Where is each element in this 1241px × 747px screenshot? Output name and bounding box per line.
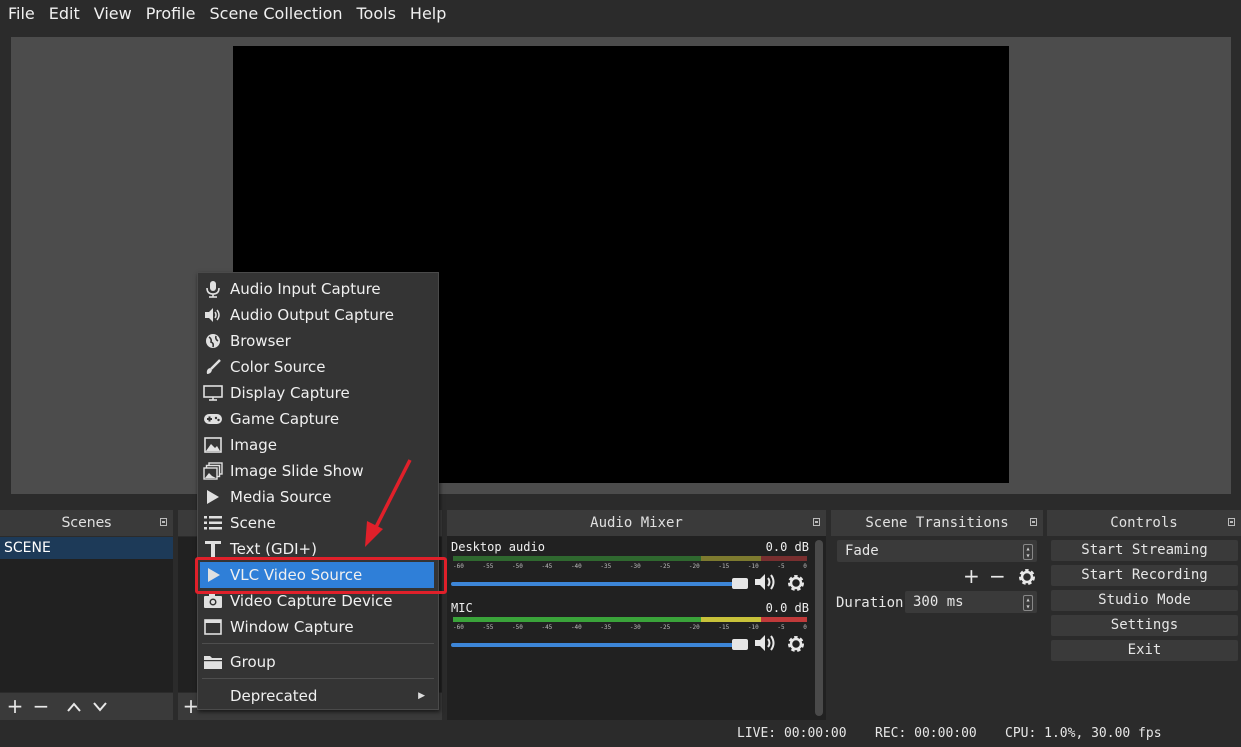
menu-bar: File Edit View Profile Scene Collection … <box>0 0 1241 28</box>
speaker-icon[interactable] <box>753 572 777 598</box>
highlight-box <box>195 557 447 594</box>
menu-item-deprecated[interactable]: Deprecated ▶ <box>199 683 437 709</box>
status-bar: LIVE: 00:00:00 REC: 00:00:00 CPU: 1.0%, … <box>0 722 1241 747</box>
scenes-toolbar: + − <box>0 693 173 720</box>
menu-scene-collection[interactable]: Scene Collection <box>202 0 349 28</box>
submenu-arrow-icon: ▶ <box>418 691 425 701</box>
gamepad-icon <box>203 410 223 428</box>
add-transition-icon[interactable]: + <box>963 564 980 588</box>
preview-area[interactable] <box>11 37 1231 494</box>
rec-status: REC: 00:00:00 <box>875 726 977 741</box>
volume-slider-handle[interactable] <box>732 578 748 589</box>
volume-slider[interactable] <box>451 582 747 586</box>
start-streaming-button[interactable]: Start Streaming <box>1051 540 1238 561</box>
gear-icon[interactable] <box>785 572 807 600</box>
volume-meter <box>453 556 807 561</box>
globe-icon <box>203 332 223 350</box>
settings-button[interactable]: Settings <box>1051 615 1238 636</box>
monitor-icon <box>203 384 223 402</box>
menu-tools[interactable]: Tools <box>350 0 403 28</box>
menu-item-group[interactable]: Group <box>199 649 437 675</box>
exit-button[interactable]: Exit <box>1051 640 1238 661</box>
menu-edit[interactable]: Edit <box>42 0 87 28</box>
menu-item-color-source[interactable]: Color Source <box>199 354 437 380</box>
channel-db: 0.0 dB <box>765 601 809 615</box>
move-down-icon[interactable] <box>89 695 111 717</box>
folder-icon <box>203 653 223 671</box>
audio-mixer-dock: Audio Mixer Desktop audio 0.0 dB -60 -55-… <box>447 510 826 720</box>
transition-select[interactable]: Fade ▴ ▾ <box>837 540 1037 562</box>
scenes-dock-title: Scenes <box>0 510 173 536</box>
undock-icon[interactable] <box>1030 518 1037 526</box>
menu-item-audio-input-capture[interactable]: Audio Input Capture <box>199 276 437 302</box>
paintbrush-icon <box>203 358 223 376</box>
scenes-dock: Scenes SCENE + − <box>0 510 173 720</box>
scenes-list[interactable]: SCENE <box>0 537 173 692</box>
menu-file[interactable]: File <box>0 0 42 28</box>
microphone-icon <box>203 280 223 298</box>
live-status: LIVE: 00:00:00 <box>737 726 847 741</box>
controls-title-text: Controls <box>1110 515 1178 531</box>
play-icon <box>203 488 223 506</box>
menu-item-browser[interactable]: Browser <box>199 328 437 354</box>
start-recording-button[interactable]: Start Recording <box>1051 565 1238 586</box>
studio-mode-button[interactable]: Studio Mode <box>1051 590 1238 611</box>
transition-select-value: Fade <box>845 543 879 559</box>
controls-title: Controls <box>1047 510 1241 536</box>
move-up-icon[interactable] <box>63 695 85 717</box>
scene-transitions-title: Scene Transitions <box>831 510 1043 536</box>
volume-meter <box>453 617 807 622</box>
remove-scene-icon[interactable]: − <box>30 695 52 717</box>
select-arrows-icon: ▴ ▾ <box>1023 544 1033 560</box>
menu-profile[interactable]: Profile <box>139 0 203 28</box>
undock-icon[interactable] <box>813 518 820 526</box>
menu-separator <box>202 678 434 679</box>
controls-dock: Controls Start Streaming Start Recording… <box>1047 510 1241 720</box>
image-icon <box>203 436 223 454</box>
annotation-arrow-icon <box>365 459 412 547</box>
volume-slider-handle[interactable] <box>732 639 748 650</box>
scene-transitions-title-text: Scene Transitions <box>865 515 1009 531</box>
scene-transitions-dock: Scene Transitions Fade ▴ ▾ + − Duration 3… <box>831 510 1043 720</box>
volume-slider[interactable] <box>451 643 747 647</box>
window-icon <box>203 618 223 636</box>
audio-mixer-title: Audio Mixer <box>447 510 826 536</box>
menu-help[interactable]: Help <box>403 0 453 28</box>
channel-name: Desktop audio <box>451 540 545 554</box>
undock-icon[interactable] <box>160 518 167 526</box>
remove-transition-icon[interactable]: − <box>989 564 1006 588</box>
duration-spinbox[interactable]: 300 ms ▴ ▾ <box>905 591 1037 613</box>
duration-value: 300 ms <box>913 594 964 610</box>
menu-separator <box>202 643 434 644</box>
speaker-icon <box>203 306 223 324</box>
spin-arrows-icon[interactable]: ▴ ▾ <box>1023 595 1033 611</box>
menu-item-display-capture[interactable]: Display Capture <box>199 380 437 406</box>
scene-item[interactable]: SCENE <box>0 537 173 559</box>
cpu-status: CPU: 1.0%, 30.00 fps <box>1005 726 1162 741</box>
scenes-title: Scenes <box>61 515 112 531</box>
slideshow-icon <box>203 462 223 480</box>
list-icon <box>203 514 223 532</box>
gear-icon[interactable] <box>785 633 807 661</box>
menu-item-audio-output-capture[interactable]: Audio Output Capture <box>199 302 437 328</box>
gear-icon[interactable] <box>1016 566 1038 592</box>
speaker-icon[interactable] <box>753 633 777 659</box>
add-scene-icon[interactable]: + <box>4 695 26 717</box>
menu-item-window-capture[interactable]: Window Capture <box>199 614 437 640</box>
mixer-scrollbar[interactable] <box>815 540 823 716</box>
undock-icon[interactable] <box>1228 518 1235 526</box>
menu-view[interactable]: View <box>87 0 139 28</box>
duration-label: Duration <box>836 595 904 611</box>
audio-mixer-title-text: Audio Mixer <box>590 515 683 531</box>
text-icon <box>203 540 223 558</box>
channel-name: MIC <box>451 601 473 615</box>
menu-item-game-capture[interactable]: Game Capture <box>199 406 437 432</box>
camera-icon <box>203 592 223 610</box>
channel-db: 0.0 dB <box>765 540 809 554</box>
